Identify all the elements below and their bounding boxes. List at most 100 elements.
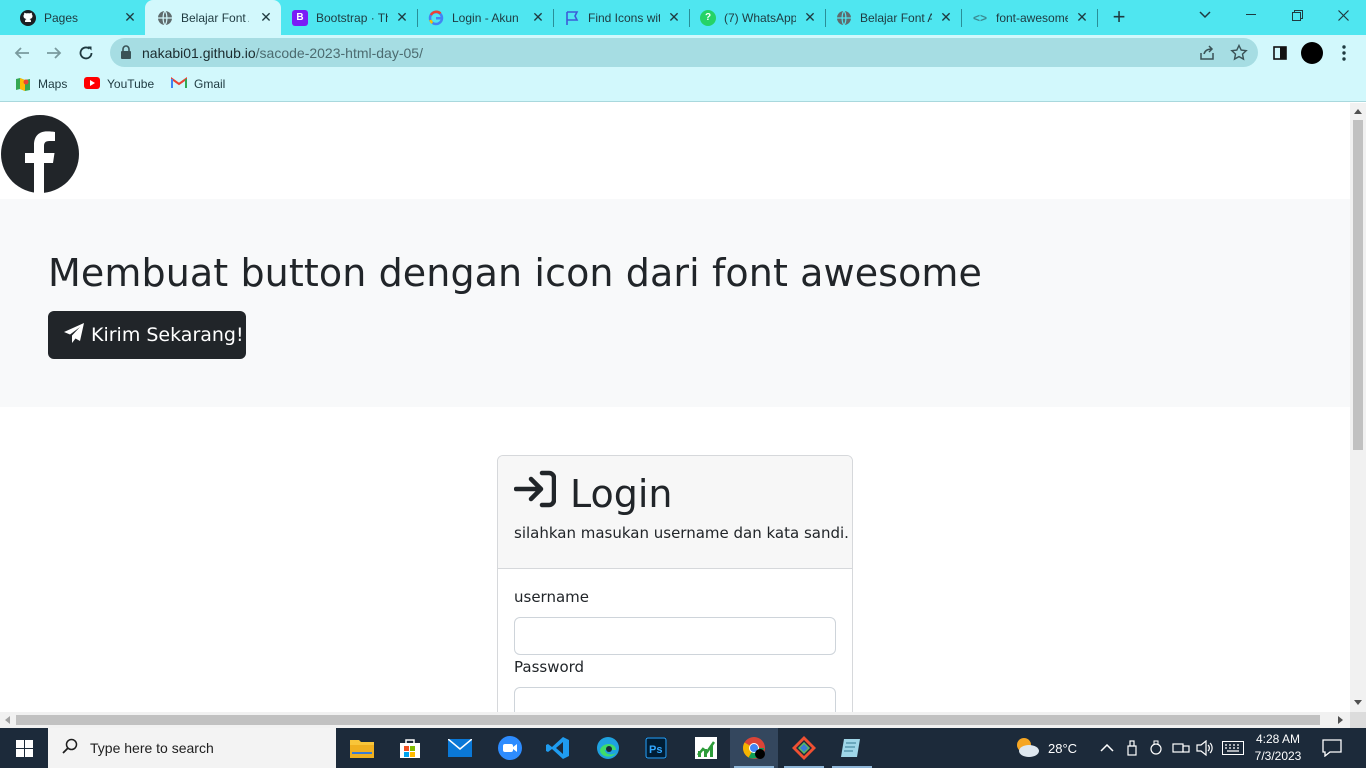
clock-date: 7/3/2023 xyxy=(1254,749,1302,763)
photoshop-icon[interactable]: Ps xyxy=(632,728,680,768)
tab-title: Login - Akun xyxy=(452,10,519,25)
close-tab-icon[interactable]: ✕ xyxy=(259,10,273,24)
reload-button[interactable] xyxy=(73,40,99,66)
close-tab-icon[interactable]: ✕ xyxy=(395,10,409,24)
network-icon[interactable] xyxy=(1172,728,1190,768)
close-tab-icon[interactable]: ✕ xyxy=(123,10,137,24)
minimize-button[interactable] xyxy=(1228,0,1274,30)
tab-login-akun[interactable]: Login - Akun ✕ xyxy=(417,0,553,35)
notification-icon[interactable] xyxy=(1322,728,1342,768)
weather-temp: 28°C xyxy=(1048,740,1078,756)
youtube-icon xyxy=(84,77,100,91)
start-button[interactable] xyxy=(0,728,48,768)
tab-search-button[interactable] xyxy=(1182,0,1228,30)
tab-title: Belajar Font Awesome xyxy=(860,10,932,25)
edge-icon[interactable] xyxy=(584,728,632,768)
tab-bootstrap[interactable]: B Bootstrap · The ✕ xyxy=(281,0,417,35)
flag-icon xyxy=(564,10,580,26)
horizontal-scrollbar[interactable] xyxy=(0,712,1350,728)
show-hidden-icons-chevron-icon[interactable] xyxy=(1100,728,1114,768)
forward-button[interactable] xyxy=(41,40,67,66)
globe-icon xyxy=(157,10,173,26)
keyboard-icon[interactable] xyxy=(1222,728,1244,768)
git-icon[interactable] xyxy=(780,728,828,768)
tab-title: Belajar Font Awesome xyxy=(181,10,249,25)
vertical-scrollbar[interactable] xyxy=(1350,103,1366,712)
password-input[interactable] xyxy=(514,687,836,712)
usb-device-icon[interactable] xyxy=(1126,728,1138,768)
tab-belajar-font-awesome-2[interactable]: Belajar Font Awesome ✕ xyxy=(825,0,961,35)
paper-plane-icon xyxy=(64,322,91,348)
menu-kebab-icon[interactable] xyxy=(1331,40,1357,66)
send-now-button[interactable]: Kirim Sekarang! xyxy=(48,311,246,359)
close-tab-icon[interactable]: ✕ xyxy=(803,10,817,24)
send-now-label: Kirim Sekarang! xyxy=(91,324,244,346)
close-tab-icon[interactable]: ✕ xyxy=(939,10,953,24)
scroll-left-icon[interactable] xyxy=(5,716,10,724)
back-button[interactable] xyxy=(9,40,35,66)
windows-taskbar: Type here to search Ps 28°C 4:28 AM 7/3/… xyxy=(0,728,1366,768)
close-tab-icon[interactable]: ✕ xyxy=(1075,10,1089,24)
volume-icon[interactable] xyxy=(1196,728,1214,768)
store-icon[interactable] xyxy=(386,728,434,768)
windows-icon xyxy=(15,739,33,757)
bookmark-youtube[interactable]: YouTube xyxy=(84,77,154,91)
password-label: Password xyxy=(514,658,585,676)
bookmark-star-icon[interactable] xyxy=(1230,43,1248,62)
close-tab-icon[interactable]: ✕ xyxy=(531,10,545,24)
hero-section: Membuat button dengan icon dari font awe… xyxy=(0,199,1350,407)
code-icon: <> xyxy=(972,10,987,25)
system-clock[interactable]: 4:28 AM 7/3/2023 xyxy=(1250,731,1306,765)
tab-find-icons[interactable]: Find Icons wit ✕ xyxy=(553,0,689,35)
tab-title: Find Icons wit xyxy=(588,10,660,25)
whatsapp-icon: ? xyxy=(700,9,716,26)
tab-whatsapp[interactable]: ? (7) WhatsApp ✕ xyxy=(689,0,825,35)
bookmarks-bar: Maps YouTube Gmail xyxy=(0,70,1366,102)
search-icon xyxy=(62,738,78,759)
scroll-down-icon[interactable] xyxy=(1354,700,1362,705)
lock-icon[interactable] xyxy=(120,45,132,64)
new-tab-button[interactable]: + xyxy=(1108,6,1130,28)
vertical-scroll-thumb[interactable] xyxy=(1353,120,1363,450)
notepad-icon[interactable] xyxy=(828,728,876,768)
file-explorer-icon[interactable] xyxy=(338,728,386,768)
vscode-icon[interactable] xyxy=(534,728,582,768)
username-input[interactable] xyxy=(514,617,836,655)
address-bar[interactable]: nakabi01.github.io/sacode-2023-html-day-… xyxy=(110,38,1258,67)
restore-button[interactable] xyxy=(1274,0,1320,30)
globe-icon xyxy=(836,10,852,26)
username-label: username xyxy=(514,588,589,606)
profile-avatar[interactable] xyxy=(1299,40,1325,66)
facebook-icon[interactable] xyxy=(1,115,79,193)
sign-in-icon xyxy=(513,470,570,517)
bookmark-gmail[interactable]: Gmail xyxy=(171,77,225,91)
chrome-icon[interactable] xyxy=(730,728,778,768)
side-panel-icon[interactable] xyxy=(1267,40,1293,66)
close-window-button[interactable] xyxy=(1320,0,1366,30)
login-card-header: Login silahkan masukan username dan kata… xyxy=(498,456,852,569)
mail-icon[interactable] xyxy=(436,728,484,768)
zoom-icon[interactable] xyxy=(486,728,534,768)
clock-time: 4:28 AM xyxy=(1255,732,1301,746)
tab-pages[interactable]: Pages ✕ xyxy=(0,0,145,35)
bookmark-maps[interactable]: Maps xyxy=(15,77,67,91)
scrollbar-corner xyxy=(1350,712,1366,728)
bootstrap-icon: B xyxy=(292,9,308,26)
svg-text:Ps: Ps xyxy=(649,744,662,756)
close-tab-icon[interactable]: ✕ xyxy=(667,10,681,24)
stocks-icon[interactable] xyxy=(682,728,730,768)
login-subtitle: silahkan masukan username dan kata sandi… xyxy=(514,524,849,542)
taskbar-search[interactable]: Type here to search xyxy=(48,728,336,768)
search-placeholder: Type here to search xyxy=(90,740,214,756)
tab-title: Pages xyxy=(44,10,79,25)
browser-toolbar: nakabi01.github.io/sacode-2023-html-day-… xyxy=(0,35,1366,70)
scroll-right-icon[interactable] xyxy=(1338,716,1343,724)
tab-belajar-font-awesome[interactable]: Belajar Font Awesome ✕ xyxy=(145,0,281,35)
horizontal-scroll-thumb[interactable] xyxy=(16,715,1320,725)
google-icon xyxy=(428,10,444,26)
tab-font-awesome[interactable]: <> font-awesome ✕ xyxy=(961,0,1097,35)
share-icon[interactable] xyxy=(1198,44,1216,62)
scroll-up-icon[interactable] xyxy=(1354,109,1362,114)
weather-widget[interactable]: 28°C xyxy=(1014,728,1077,768)
camera-app-icon[interactable] xyxy=(1148,728,1164,768)
